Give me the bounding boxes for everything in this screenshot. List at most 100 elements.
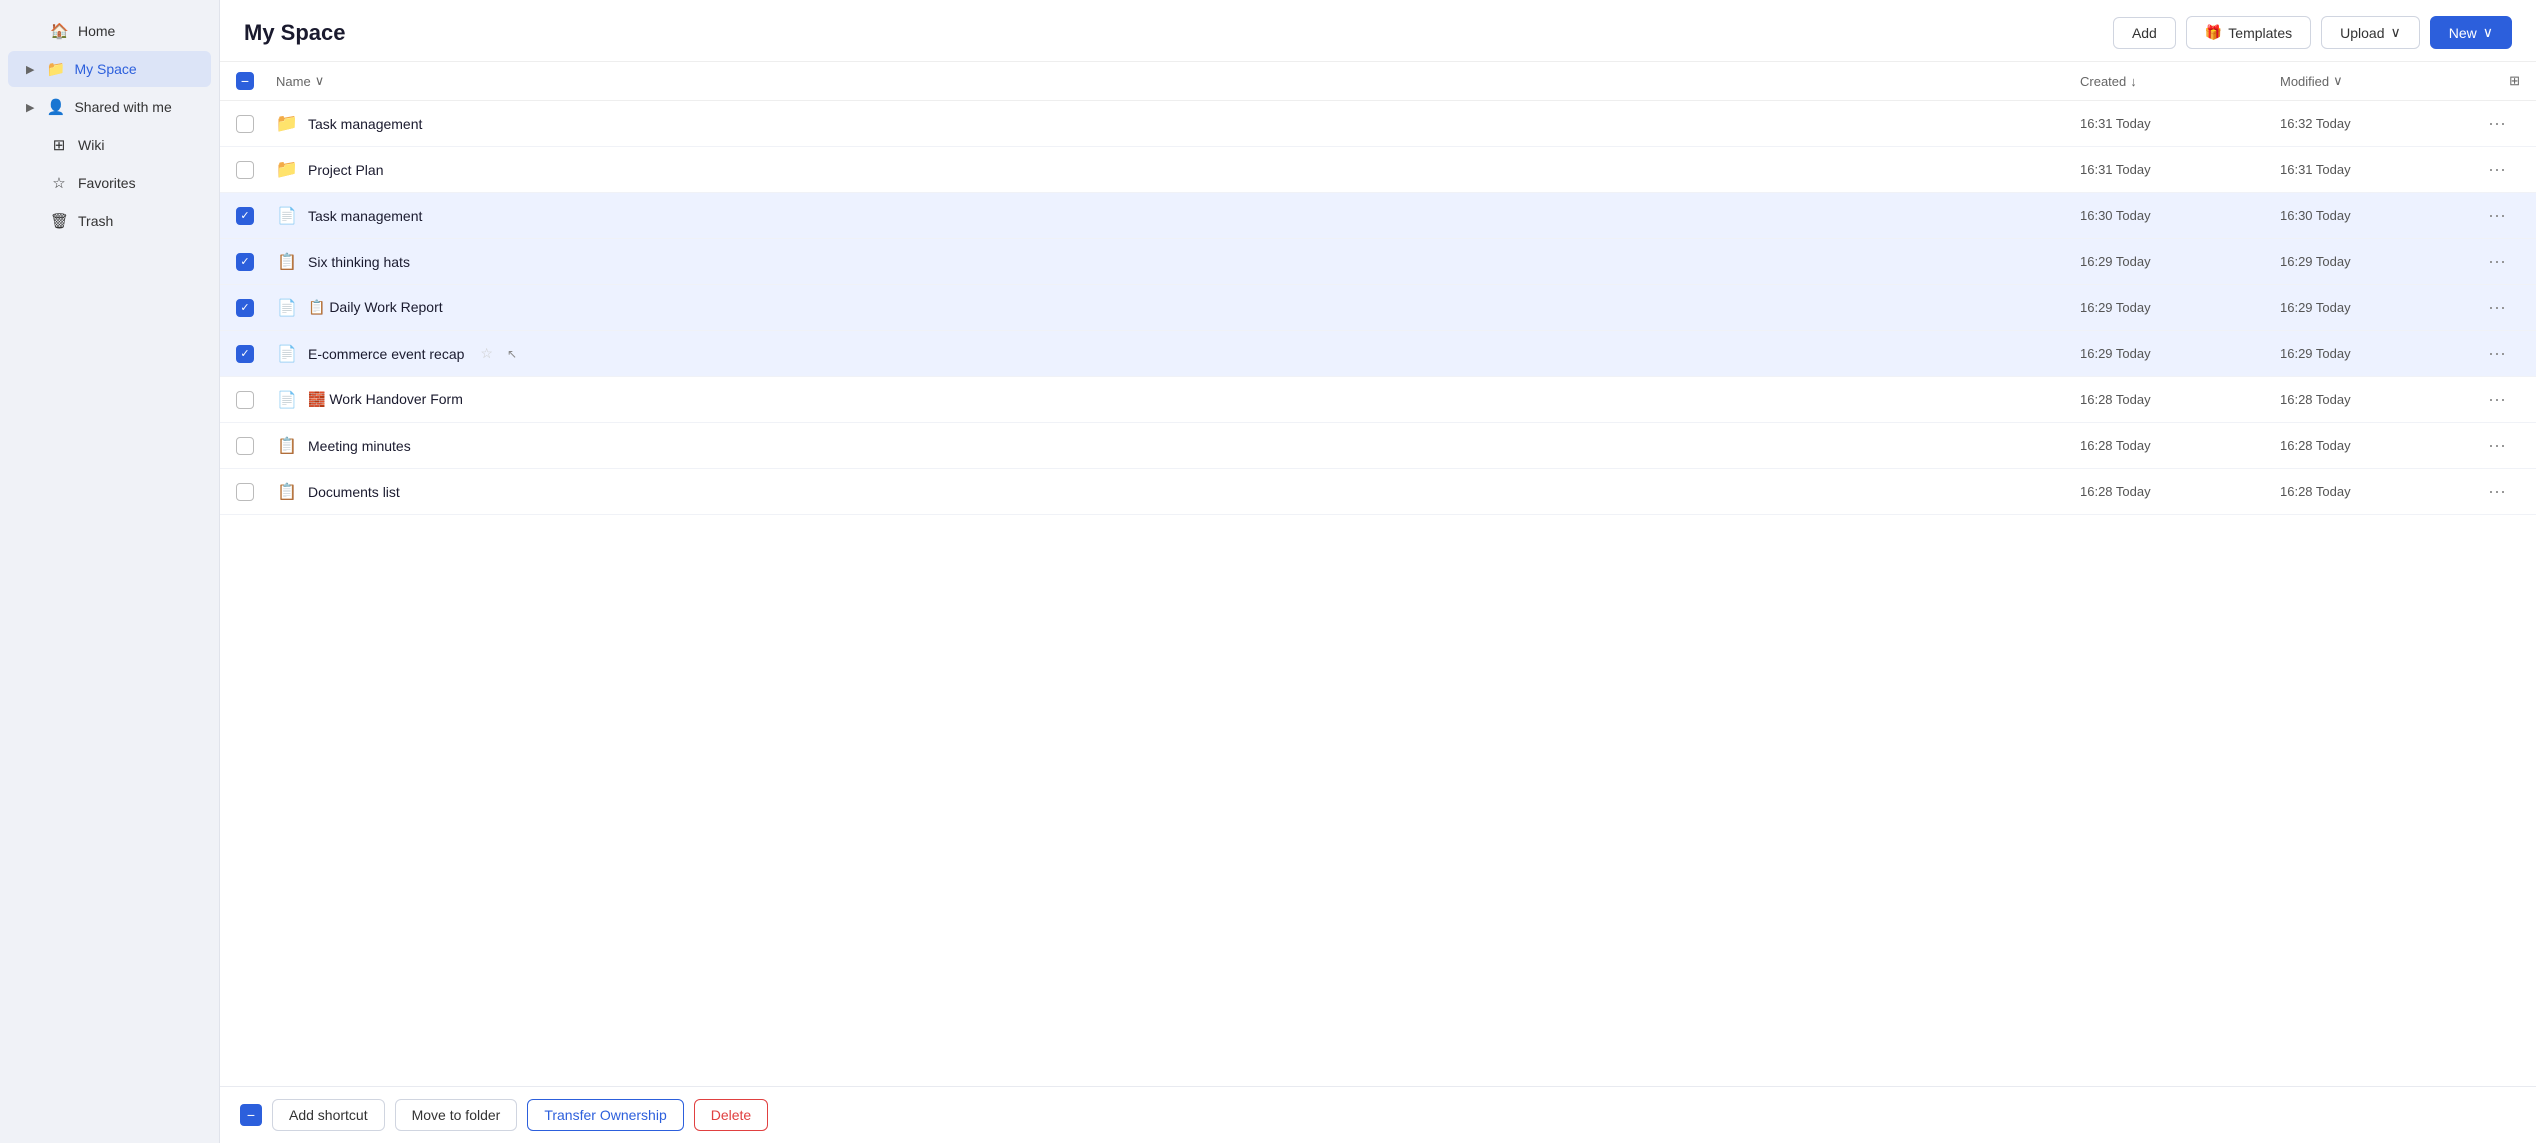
name-sort-icon: ∨	[315, 73, 325, 89]
file-name: Six thinking hats	[308, 254, 410, 270]
created-time: 16:31 Today	[2080, 162, 2280, 177]
row-checkbox-1[interactable]	[236, 115, 254, 133]
header: My Space Add 🎁 Templates Upload ∨ New ∨	[220, 0, 2536, 62]
row-more-button[interactable]: ···	[2480, 201, 2514, 230]
table-row[interactable]: ✓ 📄 Task management 16:30 Today 16:30 To…	[220, 193, 2536, 239]
name-cell: 📄 E-commerce event recap ☆ ↖	[276, 343, 2080, 365]
sidebar-item-myspace[interactable]: ▶ 📁 My Space	[8, 51, 211, 87]
name-cell: 📋 Six thinking hats	[276, 251, 2080, 273]
modified-time: 16:32 Today	[2280, 116, 2480, 131]
modified-time: 16:28 Today	[2280, 392, 2480, 407]
modified-time: 16:31 Today	[2280, 162, 2480, 177]
created-time: 16:28 Today	[2080, 484, 2280, 499]
files-table: − Name ∨ Created ↓ Modified ∨ ⊞ 📁 Task m	[220, 62, 2536, 1086]
row-more-button[interactable]: ···	[2480, 431, 2514, 460]
modified-time: 16:30 Today	[2280, 208, 2480, 223]
row-checkbox-7[interactable]	[236, 391, 254, 409]
row-more-button[interactable]: ···	[2480, 155, 2514, 184]
add-shortcut-button[interactable]: Add shortcut	[272, 1099, 385, 1131]
name-cell: 📁 Project Plan	[276, 159, 2080, 181]
table-row[interactable]: 📁 Project Plan 16:31 Today 16:31 Today ·…	[220, 147, 2536, 193]
sidebar-icon-shared: 👤	[46, 98, 64, 116]
row-checkbox-8[interactable]	[236, 437, 254, 455]
more-options-cell: ···	[2480, 155, 2520, 184]
select-all-checkbox[interactable]: −	[236, 72, 254, 90]
modified-time: 16:29 Today	[2280, 300, 2480, 315]
row-checkbox-cell	[236, 437, 276, 455]
sidebar-label-trash: Trash	[78, 213, 193, 229]
upload-button[interactable]: Upload ∨	[2321, 16, 2420, 49]
file-name: Task management	[308, 116, 422, 132]
row-more-button[interactable]: ···	[2480, 247, 2514, 276]
doc-blue-icon: 📄	[276, 205, 298, 227]
row-checkbox-cell	[236, 483, 276, 501]
created-time: 16:29 Today	[2080, 346, 2280, 361]
table-row[interactable]: 📋 Documents list 16:28 Today 16:28 Today…	[220, 469, 2536, 515]
star-icon[interactable]: ☆	[480, 345, 493, 362]
row-checkbox-cell	[236, 115, 276, 133]
modified-time: 16:28 Today	[2280, 438, 2480, 453]
table-row[interactable]: ✓ 📋 Six thinking hats 16:29 Today 16:29 …	[220, 239, 2536, 285]
row-checkbox-4[interactable]: ✓	[236, 253, 254, 271]
sidebar: 🏠 Home ▶ 📁 My Space ▶ 👤 Shared with me ⊞…	[0, 0, 220, 1143]
doc-blue-icon: 📄	[276, 297, 298, 319]
row-checkbox-5[interactable]: ✓	[236, 299, 254, 317]
created-sort-icon: ↓	[2130, 74, 2137, 89]
folder-icon: 📁	[276, 159, 298, 181]
move-to-folder-button[interactable]: Move to folder	[395, 1099, 518, 1131]
file-name: 🧱 Work Handover Form	[308, 391, 463, 408]
transfer-ownership-button[interactable]: Transfer Ownership	[527, 1099, 683, 1131]
table-row[interactable]: 📋 Meeting minutes 16:28 Today 16:28 Toda…	[220, 423, 2536, 469]
sidebar-item-home[interactable]: 🏠 Home	[8, 13, 211, 49]
sidebar-item-trash[interactable]: 🗑 Trash	[8, 203, 211, 239]
row-more-button[interactable]: ···	[2480, 477, 2514, 506]
modified-sort-icon: ∨	[2333, 73, 2343, 89]
created-time: 16:28 Today	[2080, 438, 2280, 453]
templates-button[interactable]: 🎁 Templates	[2186, 16, 2311, 49]
table-row[interactable]: 📄 🧱 Work Handover Form 16:28 Today 16:28…	[220, 377, 2536, 423]
sidebar-item-shared[interactable]: ▶ 👤 Shared with me	[8, 89, 211, 125]
modified-time: 16:29 Today	[2280, 346, 2480, 361]
table-row[interactable]: 📁 Task management 16:31 Today 16:32 Toda…	[220, 101, 2536, 147]
sidebar-item-wiki[interactable]: ⊞ Wiki	[8, 127, 211, 163]
col-created-header[interactable]: Created ↓	[2080, 74, 2280, 89]
more-options-cell: ···	[2480, 477, 2520, 506]
row-checkbox-cell: ✓	[236, 253, 276, 271]
col-layout-header[interactable]: ⊞	[2480, 73, 2520, 89]
row-more-button[interactable]: ···	[2480, 109, 2514, 138]
col-modified-header[interactable]: Modified ∨	[2280, 73, 2480, 89]
doc-teal-icon: 📋	[276, 481, 298, 503]
sidebar-arrow-shared: ▶	[26, 101, 34, 114]
name-cell: 📄 🧱 Work Handover Form	[276, 389, 2080, 411]
name-cell: 📋 Documents list	[276, 481, 2080, 503]
sidebar-icon-myspace: 📁	[46, 60, 64, 78]
delete-button[interactable]: Delete	[694, 1099, 768, 1131]
file-name: Task management	[308, 208, 422, 224]
row-checkbox-9[interactable]	[236, 483, 254, 501]
row-checkbox-cell: ✓	[236, 207, 276, 225]
header-actions: Add 🎁 Templates Upload ∨ New ∨	[2113, 16, 2512, 49]
main-panel: My Space Add 🎁 Templates Upload ∨ New ∨ …	[220, 0, 2536, 1143]
sidebar-item-favorites[interactable]: ☆ Favorites	[8, 165, 211, 201]
add-button[interactable]: Add	[2113, 17, 2176, 49]
deselect-all-button[interactable]: −	[240, 1104, 262, 1126]
name-cell: 📋 Meeting minutes	[276, 435, 2080, 457]
file-name: 📋 Daily Work Report	[308, 299, 443, 316]
header-check-cell: −	[236, 72, 276, 90]
row-more-button[interactable]: ···	[2480, 293, 2514, 322]
row-checkbox-2[interactable]	[236, 161, 254, 179]
row-more-button[interactable]: ···	[2480, 339, 2514, 368]
row-more-button[interactable]: ···	[2480, 385, 2514, 414]
sidebar-arrow-myspace: ▶	[26, 63, 34, 76]
doc-teal-icon: 📋	[276, 251, 298, 273]
new-button[interactable]: New ∨	[2430, 16, 2512, 49]
col-name-header[interactable]: Name ∨	[276, 73, 2080, 89]
row-checkbox-3[interactable]: ✓	[236, 207, 254, 225]
doc-teal-icon: 📋	[276, 435, 298, 457]
bottom-action-bar: − Add shortcut Move to folder Transfer O…	[220, 1086, 2536, 1143]
table-row[interactable]: ✓ 📄 📋 Daily Work Report 16:29 Today 16:2…	[220, 285, 2536, 331]
row-checkbox-6[interactable]: ✓	[236, 345, 254, 363]
sidebar-icon-favorites: ☆	[50, 174, 68, 192]
table-row[interactable]: ✓ 📄 E-commerce event recap ☆ ↖ 16:29 Tod…	[220, 331, 2536, 377]
sidebar-label-shared: Shared with me	[74, 99, 193, 115]
